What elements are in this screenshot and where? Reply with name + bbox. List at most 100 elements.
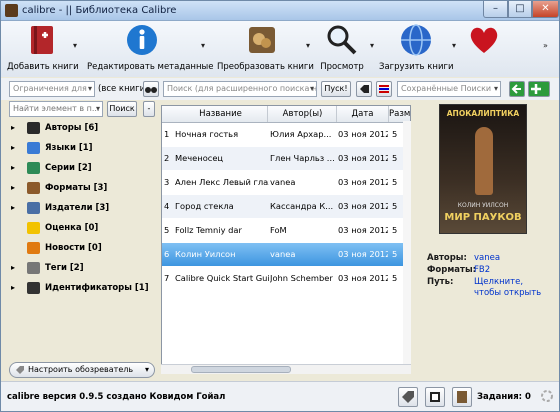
- table-row[interactable]: 2 Меченосец Глен Чарльз ... 03 ноя 2012 5: [162, 147, 410, 170]
- tag-browser-item[interactable]: ▸ Форматы [3]: [5, 179, 155, 197]
- search-go-button[interactable]: Пуск!: [321, 81, 351, 97]
- column-size[interactable]: Разме: [389, 106, 410, 122]
- table-row[interactable]: 4 Город стекла Кассандра К... 03 ноя 2012 5: [162, 195, 410, 218]
- calibre-window: calibre - || Библиотека Calibre – □ ✕ До…: [0, 0, 560, 412]
- tag-browser-item[interactable]: ▸ Серии [2]: [5, 159, 155, 177]
- convert-dropdown[interactable]: ▾: [306, 41, 310, 50]
- book-list-vscroll[interactable]: [403, 121, 411, 364]
- tag-browser-item[interactable]: ▸ Идентификаторы [1]: [5, 279, 155, 297]
- cell-title: Calibre Quick Start Guide: [175, 273, 269, 283]
- person-icon: [27, 122, 40, 134]
- tag-browser-item[interactable]: Новости [0]: [5, 239, 155, 257]
- tag-icon: [27, 262, 40, 274]
- expand-arrow-icon[interactable]: ▸: [11, 179, 15, 197]
- column-title[interactable]: Название: [174, 106, 268, 122]
- edit-metadata-button[interactable]: Редактировать метаданные: [87, 23, 213, 72]
- tag-browser-item-label: Языки [1]: [45, 143, 93, 153]
- languages-icon: [27, 142, 40, 154]
- cell-title: Колин Уилсон: [175, 249, 236, 259]
- title-bar: calibre - || Библиотека Calibre – □ ✕: [1, 1, 559, 21]
- maximize-button[interactable]: □: [508, 1, 532, 18]
- path-link-line2[interactable]: чтобы открыть: [474, 288, 541, 298]
- configure-tag-browser-button[interactable]: Настроить обозреватель тэгов ▾: [9, 362, 155, 388]
- tag-browser-item-label: Теги [2]: [45, 263, 84, 273]
- close-button[interactable]: ✕: [532, 1, 559, 18]
- edit-metadata-dropdown[interactable]: ▾: [201, 41, 205, 50]
- expand-arrow-icon[interactable]: ▸: [11, 119, 15, 137]
- star-icon: [27, 222, 40, 234]
- cell-author: Глен Чарльз ...: [270, 153, 335, 163]
- view-dropdown[interactable]: ▾: [370, 41, 374, 50]
- authors-link[interactable]: vanea: [474, 253, 500, 263]
- table-row[interactable]: 1 Ночная гостья Юлия Архар... 03 ноя 2012 5: [162, 123, 410, 146]
- authors-key: Авторы:: [427, 253, 467, 263]
- tag-browser-item-label: Идентификаторы [1]: [45, 283, 149, 293]
- tag-browser-item[interactable]: ▸ Авторы [6]: [5, 119, 155, 137]
- hscroll-thumb[interactable]: [191, 366, 291, 373]
- search-bar: Ограничения для ▾ (все книги) Поиск (для …: [1, 78, 559, 100]
- restrict-placeholder: Ограничения для: [13, 84, 87, 93]
- minimize-button[interactable]: –: [483, 1, 508, 18]
- tag-browser-item[interactable]: Оценка [0]: [5, 219, 155, 237]
- book-list-hscroll[interactable]: [161, 364, 411, 374]
- news-icon: [27, 242, 40, 254]
- saved-searches-combo[interactable]: Сохранённые Поиски ▾: [397, 81, 501, 97]
- restrict-combo[interactable]: Ограничения для ▾: [9, 81, 95, 97]
- add-books-label: Добавить книги: [7, 62, 79, 72]
- tag-browser-item-label: Издатели [3]: [45, 203, 110, 213]
- save-search-button[interactable]: [509, 81, 525, 97]
- jobs-count[interactable]: Задания: 0: [477, 392, 531, 402]
- cover-series-title: АПОКАЛИПТИКА: [446, 109, 520, 118]
- convert-books-button[interactable]: Преобразовать книги: [217, 23, 314, 72]
- cell-title: Меченосец: [175, 153, 224, 163]
- formats-link[interactable]: FB2: [474, 265, 490, 275]
- table-row[interactable]: 6 Колин Уилсон vanea 03 ноя 2012 5: [162, 243, 410, 266]
- column-authors[interactable]: Автор(ы): [269, 106, 337, 122]
- tag-layout-icon: [402, 391, 414, 403]
- tag-layout-button[interactable]: [398, 387, 418, 407]
- donate-button[interactable]: [464, 23, 504, 60]
- add-saved-search-button[interactable]: [528, 81, 550, 97]
- clear-search-button[interactable]: [356, 81, 372, 97]
- table-row[interactable]: 3 Ален Лекс Левый глаз...vanea 03 ноя 2012…: [162, 171, 410, 194]
- binoculars-button[interactable]: [143, 81, 159, 97]
- cell-title: Follz Temniy dar: [175, 225, 242, 235]
- clear-icon: [360, 85, 369, 93]
- book-details-icon: [457, 391, 467, 403]
- row-number: 3: [164, 177, 170, 187]
- configure-dropdown-icon: ▾: [144, 365, 149, 374]
- cell-date: 03 ноя 2012: [338, 153, 388, 163]
- table-row[interactable]: 5 Follz Temniy dar FoM 03 ноя 2012 5: [162, 219, 410, 242]
- view-button[interactable]: Просмотр: [317, 23, 367, 72]
- table-row[interactable]: 7 Calibre Quick Start GuideJohn Schember 0…: [162, 267, 410, 290]
- search-input[interactable]: Поиск (для расширенного поиска на... ▾: [163, 81, 317, 97]
- cell-date: 03 ноя 2012: [338, 201, 388, 211]
- expand-arrow-icon[interactable]: ▸: [11, 199, 15, 217]
- book-cover[interactable]: АПОКАЛИПТИКА КОЛИН УИЛСОН МИР ПАУКОВ: [439, 104, 527, 234]
- fetch-dropdown[interactable]: ▾: [452, 41, 456, 50]
- series-icon: [27, 162, 40, 174]
- globe-icon: [401, 24, 431, 56]
- path-link-line1[interactable]: Щелкните,: [474, 277, 523, 287]
- search-placeholder: Поиск (для расширенного поиска на...: [167, 84, 317, 93]
- column-date[interactable]: Дата: [337, 106, 389, 122]
- row-number: 2: [164, 153, 170, 163]
- book-details-button[interactable]: [452, 387, 472, 407]
- tag-browser-item[interactable]: ▸ Теги [2]: [5, 259, 155, 277]
- expand-arrow-icon[interactable]: ▸: [11, 139, 15, 157]
- tag-browser-item[interactable]: ▸ Языки [1]: [5, 139, 155, 157]
- toolbar-overflow[interactable]: »: [543, 41, 548, 50]
- expand-arrow-icon[interactable]: ▸: [11, 159, 15, 177]
- search-options-button[interactable]: [376, 81, 392, 97]
- cover-grid-button[interactable]: [425, 387, 445, 407]
- expand-arrow-icon[interactable]: ▸: [11, 259, 15, 277]
- tag-browser-item[interactable]: ▸ Издатели [3]: [5, 199, 155, 217]
- expand-arrow-icon[interactable]: ▸: [11, 279, 15, 297]
- version-text: calibre версия 0.9.5 создано Ковидом Гой…: [7, 392, 226, 402]
- add-books-dropdown[interactable]: ▾: [73, 41, 77, 50]
- fetch-books-button[interactable]: Загрузить книги: [379, 23, 453, 72]
- add-books-button[interactable]: Добавить книги: [7, 23, 79, 72]
- cell-title: Город стекла: [175, 201, 234, 211]
- tag-browser-item-label: Новости [0]: [45, 243, 102, 253]
- cell-author: Юлия Архар...: [270, 129, 332, 139]
